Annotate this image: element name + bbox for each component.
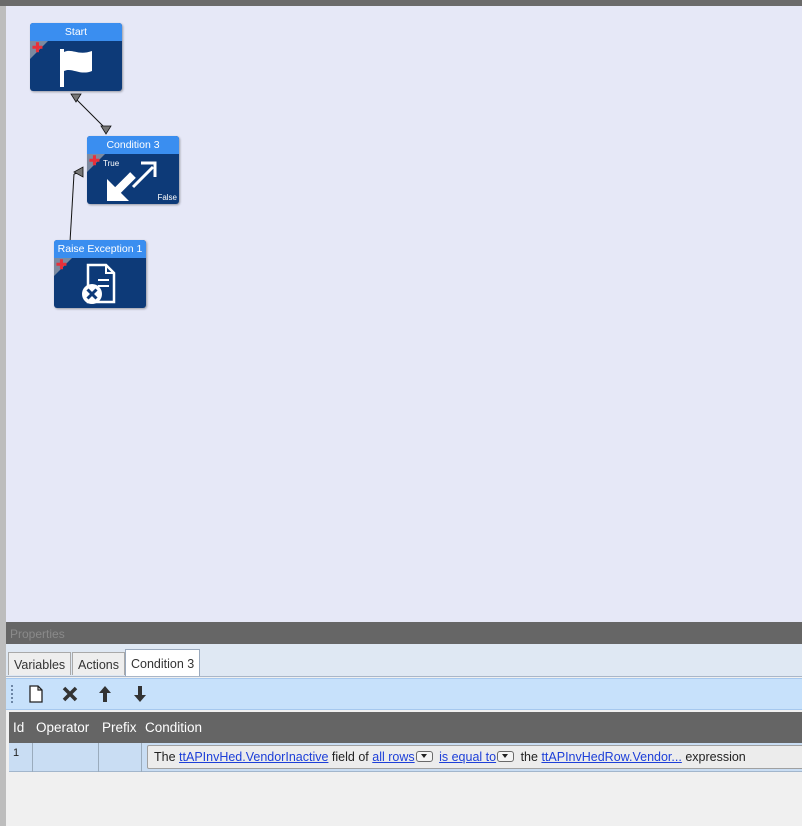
node-title: Condition 3 <box>87 136 179 154</box>
tab-actions[interactable]: Actions <box>72 652 125 675</box>
condition-text-the: The <box>154 750 176 764</box>
operator-cell[interactable] <box>35 743 97 771</box>
grid-toolbar <box>6 678 802 710</box>
move-up-icon[interactable] <box>94 683 116 705</box>
condition-editor[interactable]: The ttAPInvHed.VendorInactive field of a… <box>147 745 802 769</box>
row-id: 1 <box>13 747 20 759</box>
comparison-operator-link[interactable]: is equal to <box>439 750 496 764</box>
condition-text-the-2: the <box>520 750 538 764</box>
column-header-id[interactable]: Id <box>13 712 24 744</box>
delete-icon[interactable] <box>59 683 81 705</box>
table-row[interactable]: 1 The ttAPInvHed.VendorInactive field of… <box>9 743 802 772</box>
diagonal-arrows-icon <box>87 156 179 204</box>
rows-scope-link[interactable]: all rows <box>372 750 414 764</box>
tab-variables[interactable]: Variables <box>8 652 72 675</box>
node-condition-3[interactable]: Condition 3 ✚ True False <box>87 136 179 204</box>
document-error-icon <box>54 260 146 308</box>
tab-condition-3[interactable]: Condition 3 <box>125 649 201 676</box>
new-icon[interactable] <box>25 683 47 705</box>
connector-condition-raise <box>69 173 75 243</box>
flag-icon <box>30 43 122 91</box>
cell-divider <box>141 743 142 772</box>
connector-start-out-arrow <box>70 93 82 103</box>
node-start[interactable]: Start ✚ <box>30 23 122 91</box>
cell-divider <box>32 743 33 772</box>
properties-panel: Variables Actions Condition 3 Id Operato… <box>6 644 802 826</box>
cell-divider <box>98 743 99 772</box>
connector-condition-in-arrow <box>100 125 112 135</box>
column-header-prefix[interactable]: Prefix <box>102 712 137 744</box>
node-title: Raise Exception 1 <box>54 240 146 258</box>
prefix-cell[interactable] <box>101 743 141 771</box>
connector-start-condition <box>75 98 107 130</box>
properties-header: Properties <box>6 622 802 644</box>
column-header-operator[interactable]: Operator <box>36 712 89 744</box>
workflow-canvas[interactable]: Start ✚ Condition 3 ✚ True False Raise E… <box>6 6 802 622</box>
connector-true-arrow <box>73 166 84 178</box>
field-link[interactable]: ttAPInvHed.VendorInactive <box>179 750 328 764</box>
comparison-operator-dropdown-icon[interactable] <box>497 751 515 762</box>
grid-header: Id Operator Prefix Condition <box>9 712 802 743</box>
move-down-icon[interactable] <box>129 683 151 705</box>
node-raise-exception-1[interactable]: Raise Exception 1 ✚ <box>54 240 146 308</box>
toolbar-grip[interactable] <box>11 685 15 703</box>
rows-scope-dropdown-icon[interactable] <box>415 751 433 762</box>
condition-text-expression: expression <box>685 750 746 764</box>
expression-link[interactable]: ttAPInvHedRow.Vendor... <box>541 750 681 764</box>
column-header-condition[interactable]: Condition <box>145 712 202 744</box>
connectors <box>69 93 112 243</box>
tab-bar: Variables Actions Condition 3 <box>6 644 802 677</box>
node-title: Start <box>30 23 122 41</box>
condition-text-field-of: field of <box>331 750 369 764</box>
